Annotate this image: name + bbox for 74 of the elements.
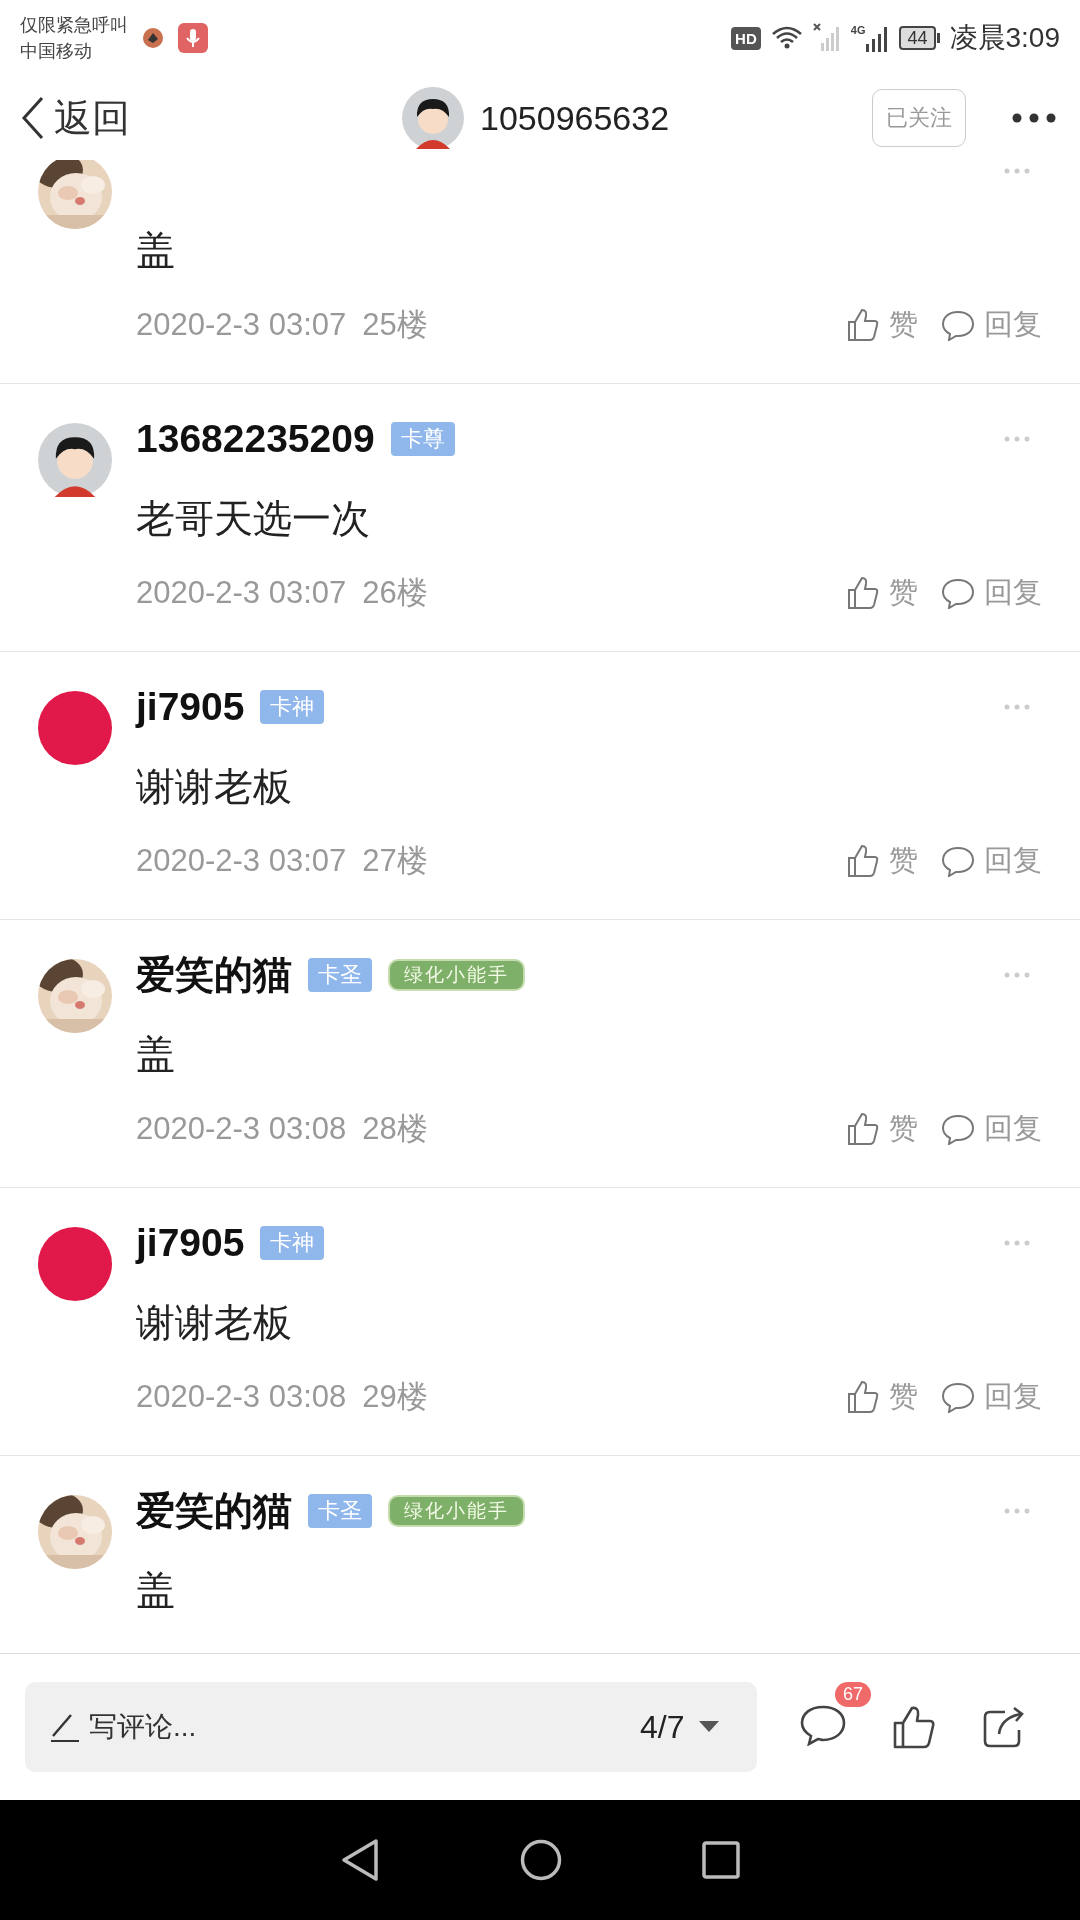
- floor-number: 26楼: [362, 574, 428, 612]
- chevron-left-icon: [20, 96, 46, 140]
- reply-button[interactable]: 回复: [940, 1109, 1042, 1149]
- home-icon[interactable]: [520, 1839, 562, 1881]
- username: 1050965632: [480, 98, 670, 138]
- comment-text: 盖: [136, 1568, 176, 1614]
- speech-bubble-icon: [940, 1381, 976, 1413]
- post-time: 2020-2-3 03:07: [136, 843, 347, 879]
- reply-button[interactable]: 回复: [940, 305, 1042, 345]
- comment-text: 盖: [136, 228, 176, 274]
- level-badge: 卡神: [260, 690, 325, 724]
- comment-text: 老哥天选一次: [136, 496, 371, 542]
- thumbs-up-icon: [845, 575, 881, 611]
- comment-text: 谢谢老板: [136, 1300, 293, 1346]
- thumbs-up-icon: [845, 1379, 881, 1415]
- comment-icon[interactable]: [799, 1704, 847, 1746]
- like-button[interactable]: 赞: [845, 841, 918, 881]
- caret-icon: [698, 1720, 721, 1734]
- avatar-icon: [402, 87, 464, 149]
- carrier-name: 中国移动: [20, 40, 93, 63]
- like-button[interactable]: 赞: [845, 1377, 918, 1417]
- floor-number: 25楼: [362, 306, 428, 344]
- recent-apps-icon[interactable]: [702, 1841, 740, 1879]
- comment-text: 盖: [136, 1032, 176, 1078]
- like-button[interactable]: 赞: [845, 1109, 918, 1149]
- wifi-icon: [770, 25, 803, 51]
- speech-bubble-icon: [940, 1113, 976, 1145]
- back-icon[interactable]: [340, 1838, 380, 1882]
- user-name: 13682235209: [136, 417, 375, 461]
- speech-bubble-icon: [940, 845, 976, 877]
- user-name: ji7905: [136, 685, 245, 729]
- microphone-icon: [178, 23, 208, 53]
- comment-text: 谢谢老板: [136, 764, 293, 810]
- level-badge: 卡神: [260, 1226, 325, 1260]
- status-text: 仅限紧急呼叫: [20, 14, 128, 37]
- page-selector[interactable]: 4/7: [640, 1708, 721, 1746]
- floor-number: 29楼: [362, 1378, 428, 1416]
- avatar-icon: [38, 423, 112, 497]
- app-notification-icon: [142, 27, 164, 49]
- user-name: 爱笑的猫: [136, 952, 292, 998]
- post-time: 2020-2-3 03:07: [136, 575, 347, 611]
- medal-badge: 绿化小能手: [388, 959, 525, 991]
- clock: 凌晨3:09: [949, 21, 1060, 55]
- like-button[interactable]: 赞: [845, 573, 918, 613]
- post-time: 2020-2-3 03:08: [136, 1379, 347, 1415]
- signal-icon: [812, 23, 841, 53]
- like-button[interactable]: 赞: [845, 305, 918, 345]
- reply-button[interactable]: 回复: [940, 573, 1042, 613]
- signal-icon: [865, 24, 890, 52]
- speech-bubble-icon: [940, 309, 976, 341]
- level-badge: 卡尊: [390, 422, 455, 456]
- thumbs-up-icon: [845, 1111, 881, 1147]
- floor-number: 28楼: [362, 1110, 428, 1148]
- back-button[interactable]: 返回: [20, 92, 130, 144]
- reply-button[interactable]: 回复: [940, 1377, 1042, 1417]
- more-icon[interactable]: [1012, 113, 1056, 123]
- user-name: 爱笑的猫: [136, 1488, 292, 1534]
- thumbs-up-icon: [845, 307, 881, 343]
- speech-bubble-icon: [940, 577, 976, 609]
- notification-badge: 67: [835, 1682, 872, 1707]
- medal-badge: 绿化小能手: [388, 1495, 525, 1527]
- level-badge: 卡圣: [308, 958, 372, 992]
- floor-number: 27楼: [362, 842, 428, 880]
- level-badge: 卡圣: [308, 1494, 372, 1528]
- user-name: ji7905: [136, 1221, 245, 1265]
- network-type: 4G: [850, 24, 866, 36]
- reply-button[interactable]: 回复: [940, 841, 1042, 881]
- thumbs-up-icon: [845, 843, 881, 879]
- hd-indicator: HD: [731, 26, 761, 50]
- follow-button[interactable]: 已关注: [872, 89, 966, 147]
- like-icon[interactable]: [891, 1704, 937, 1750]
- post-time: 2020-2-3 03:07: [136, 307, 347, 343]
- post-time: 2020-2-3 03:08: [136, 1111, 347, 1147]
- battery-indicator: 44: [899, 26, 940, 50]
